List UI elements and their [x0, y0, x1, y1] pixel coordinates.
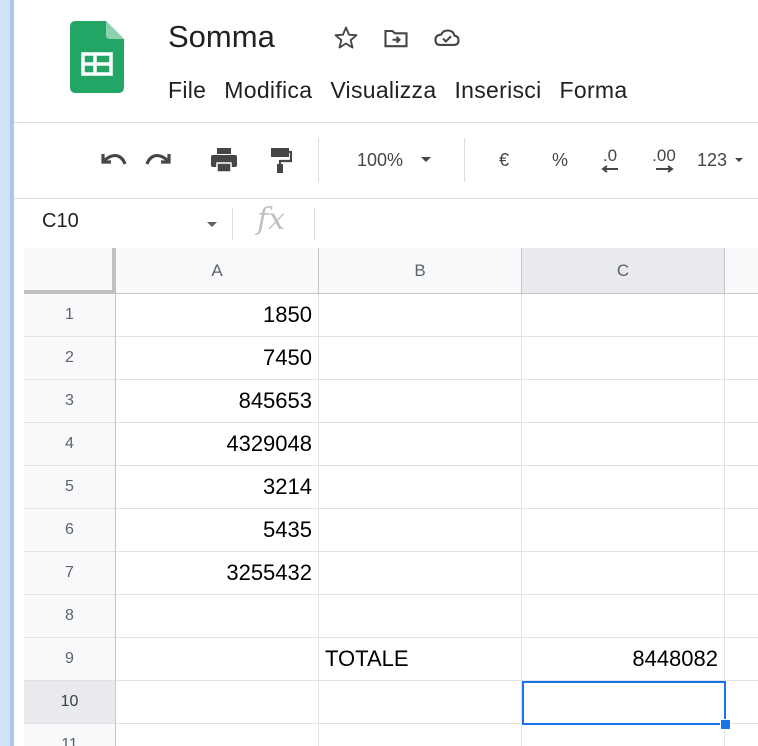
row-header-3[interactable]: 3: [24, 380, 116, 423]
currency-format-button[interactable]: €: [492, 144, 516, 176]
cell-c9[interactable]: 8448082: [522, 638, 725, 681]
row-header-9[interactable]: 9: [24, 638, 116, 681]
sheet-grid: A B C 1 1850 2 7450 3 845653 4 4329048 5 3214 6 5435 7 3…: [24, 248, 758, 746]
cell[interactable]: [725, 595, 758, 638]
zoom-select[interactable]: 100%: [348, 144, 412, 176]
cell-a6[interactable]: 5435: [116, 509, 319, 552]
column-header-c[interactable]: C: [522, 248, 725, 294]
move-folder-icon[interactable]: [382, 24, 410, 52]
header-divider: [14, 122, 758, 123]
menu-formato[interactable]: Forma: [560, 74, 628, 106]
formula-bar: C10 fx: [14, 198, 758, 248]
sheets-logo-icon[interactable]: [70, 21, 124, 93]
cell-b9[interactable]: TOTALE: [319, 638, 522, 681]
name-box[interactable]: C10: [42, 210, 79, 233]
arrow-left-icon: [601, 165, 618, 173]
window-edge: [0, 0, 14, 746]
cell-c2[interactable]: [522, 337, 725, 380]
cell-c5[interactable]: [522, 466, 725, 509]
cell-b10[interactable]: [319, 681, 522, 724]
fill-handle[interactable]: [720, 719, 731, 730]
cell-b8[interactable]: [319, 595, 522, 638]
cell[interactable]: [725, 423, 758, 466]
star-icon[interactable]: [332, 24, 360, 52]
menu-bar: File Modifica Visualizza Inserisci Forma: [168, 74, 627, 106]
row-header-7[interactable]: 7: [24, 552, 116, 595]
undo-icon[interactable]: [94, 144, 134, 176]
row-header-10[interactable]: 10: [24, 681, 116, 724]
column-header-b[interactable]: B: [319, 248, 522, 294]
cell-b5[interactable]: [319, 466, 522, 509]
percent-format-button[interactable]: %: [548, 144, 572, 176]
cell-c7[interactable]: [522, 552, 725, 595]
cell-a4[interactable]: 4329048: [116, 423, 319, 466]
column-header-a[interactable]: A: [116, 248, 319, 294]
cell-a3[interactable]: 845653: [116, 380, 319, 423]
row-header-2[interactable]: 2: [24, 337, 116, 380]
cell-b4[interactable]: [319, 423, 522, 466]
menu-file[interactable]: File: [168, 74, 206, 106]
cell-a7[interactable]: 3255432: [116, 552, 319, 595]
cell[interactable]: [725, 380, 758, 423]
cell-b6[interactable]: [319, 509, 522, 552]
row-header-1[interactable]: 1: [24, 294, 116, 337]
paint-format-icon[interactable]: [260, 144, 300, 176]
cell-b7[interactable]: [319, 552, 522, 595]
increase-decimals-label: .00: [652, 146, 676, 165]
cell-c1[interactable]: [522, 294, 725, 337]
cell-a1[interactable]: 1850: [116, 294, 319, 337]
more-formats-chevron-icon[interactable]: [732, 144, 746, 176]
print-icon[interactable]: [204, 144, 244, 176]
cell-a10[interactable]: [116, 681, 319, 724]
selection-outline: [522, 681, 726, 725]
cell-a11[interactable]: [116, 724, 319, 746]
cell-c8[interactable]: [522, 595, 725, 638]
menu-visualizza[interactable]: Visualizza: [330, 74, 436, 106]
cell-a5[interactable]: 3214: [116, 466, 319, 509]
cell-c6[interactable]: [522, 509, 725, 552]
zoom-chevron-down-icon[interactable]: [416, 144, 436, 176]
cell[interactable]: [725, 638, 758, 681]
toolbar: 100% € % .0 .00 123: [14, 124, 758, 198]
cell-b3[interactable]: [319, 380, 522, 423]
more-formats-button[interactable]: 123: [692, 144, 732, 176]
cell-a8[interactable]: [116, 595, 319, 638]
column-header[interactable]: [725, 248, 758, 294]
cell[interactable]: [725, 509, 758, 552]
arrow-right-icon: [656, 165, 674, 173]
menu-inserisci[interactable]: Inserisci: [454, 74, 541, 106]
cell-b1[interactable]: [319, 294, 522, 337]
row-header-4[interactable]: 4: [24, 423, 116, 466]
cell-a9[interactable]: [116, 638, 319, 681]
document-title[interactable]: Somma: [168, 18, 275, 56]
cloud-saved-icon[interactable]: [432, 24, 462, 52]
cell[interactable]: [725, 294, 758, 337]
fx-icon: fx: [257, 202, 286, 237]
cell[interactable]: [725, 681, 758, 724]
cell-b2[interactable]: [319, 337, 522, 380]
redo-icon[interactable]: [138, 144, 178, 176]
cell[interactable]: [725, 552, 758, 595]
row-header-5[interactable]: 5: [24, 466, 116, 509]
select-all-corner[interactable]: [24, 248, 116, 294]
decrease-decimals-button[interactable]: .0: [592, 144, 628, 176]
cell-c3[interactable]: [522, 380, 725, 423]
row-header-6[interactable]: 6: [24, 509, 116, 552]
decrease-decimals-label: .0: [602, 146, 618, 165]
cell[interactable]: [725, 337, 758, 380]
cell-b11[interactable]: [319, 724, 522, 746]
cell-c4[interactable]: [522, 423, 725, 466]
cell[interactable]: [725, 466, 758, 509]
row-header-8[interactable]: 8: [24, 595, 116, 638]
menu-modifica[interactable]: Modifica: [224, 74, 312, 106]
cell-a2[interactable]: 7450: [116, 337, 319, 380]
increase-decimals-button[interactable]: .00: [642, 144, 686, 176]
name-box-chevron-down-icon[interactable]: [207, 222, 217, 227]
cell-c11[interactable]: [522, 724, 725, 746]
row-header-11[interactable]: 11: [24, 724, 116, 746]
